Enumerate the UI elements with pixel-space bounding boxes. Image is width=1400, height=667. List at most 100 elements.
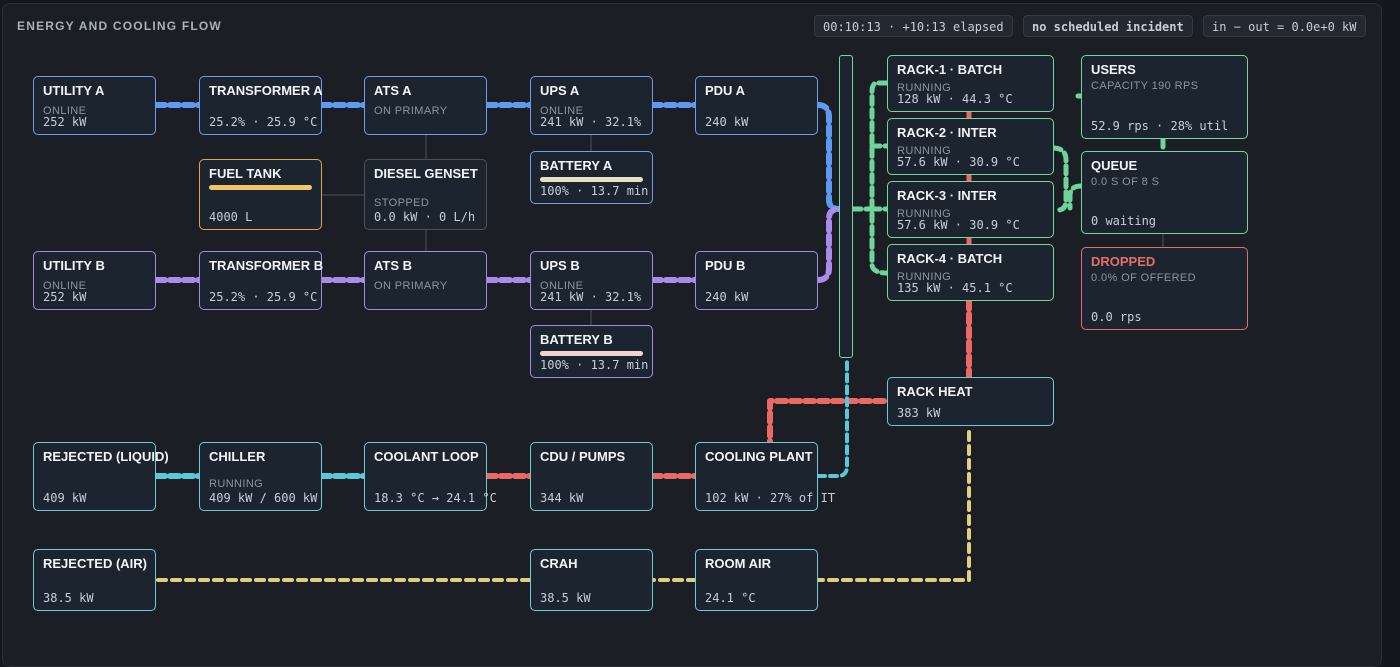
flow-plant-bus [816,358,849,478]
rack-3-node[interactable]: RACK-3 · INTER RUNNING 57.6 kW · 30.9 °C [887,181,1054,238]
cooling-plant-name: COOLING PLANT [705,449,813,464]
cdu-pumps-value: 344 kW [540,491,584,505]
transformer-b-name: TRANSFORMER B [209,258,324,273]
ats-b-name: ATS B [374,258,413,273]
battery-a-node[interactable]: BATTERY A 100% · 13.7 min [530,151,653,204]
transformer-a-node[interactable]: TRANSFORMER A 25.2% · 25.9 °C [199,76,323,135]
rejected-liquid-name: REJECTED (LIQUID) [43,449,169,464]
cdu-pumps-node[interactable]: CDU / PUMPS 344 kW [530,442,653,511]
rejected-air-value: 38.5 kW [43,591,94,605]
coolant-loop-name: COOLANT LOOP [374,449,479,464]
rack-1-value: 128 kW · 44.3 °C [897,92,1013,106]
rejected-air-node[interactable]: REJECTED (AIR) 38.5 kW [33,549,156,611]
users-capacity: CAPACITY 190 RPS [1091,80,1199,92]
ups-b-value: 241 kW · 32.1% [540,290,642,304]
pdu-b-node[interactable]: PDU B 240 kW [695,251,818,310]
transformer-b-node[interactable]: TRANSFORMER B 25.2% · 25.9 °C [199,251,324,310]
flow-pdu-a [815,102,843,212]
it-power-bus [839,55,853,358]
utility-b-node[interactable]: UTILITY B ONLINE 252 kW [33,251,156,310]
dropped-node[interactable]: DROPPED 0.0% OF OFFERED 0.0 rps [1081,247,1248,330]
cooling-plant-value: 102 kW · 27% of IT [705,491,836,505]
ats-a-node[interactable]: ATS A ON PRIMARY [364,76,487,135]
pdu-b-value: 240 kW [705,290,749,304]
ats-a-name: ATS A [374,83,412,98]
battery-a-name: BATTERY A [540,158,613,173]
fuel-level-bar [209,185,312,190]
users-node[interactable]: USERS CAPACITY 190 RPS 52.9 rps · 28% ut… [1081,55,1248,139]
utility-a-node[interactable]: UTILITY A ONLINE 252 kW [33,76,156,135]
transformer-b-value: 25.2% · 25.9 °C [209,290,318,304]
queue-node[interactable]: QUEUE 0.0 S OF 8 S 0 waiting [1081,151,1248,234]
battery-a-value: 100% · 13.7 min [540,184,649,198]
diesel-genset-node[interactable]: DIESEL GENSET STOPPED 0.0 kW · 0 L/h [364,159,487,230]
rack-heat-name: RACK HEAT [897,384,973,399]
crah-name: CRAH [540,556,578,571]
ups-b-node[interactable]: UPS B ONLINE 241 kW · 32.1% [530,251,653,310]
flow-heat-to-plant [767,398,887,446]
transformer-a-value: 25.2% · 25.9 °C [209,115,318,129]
rejected-liquid-node[interactable]: REJECTED (LIQUID) 409 kW [33,442,169,511]
fuel-tank-value: 4000 L [209,210,253,224]
flow-pdu-b [815,206,843,283]
rack-4-name: RACK-4 · BATCH [897,251,1003,266]
pdu-b-name: PDU B [705,258,746,273]
utility-a-name: UTILITY A [43,83,105,98]
diesel-genset-value: 0.0 kW · 0 L/h [374,210,476,224]
flow-room-air [816,430,971,582]
pdu-a-name: PDU A [705,83,745,98]
battery-b-name: BATTERY B [540,332,613,347]
battery-b-node[interactable]: BATTERY B 100% · 13.7 min [530,325,653,378]
room-air-value: 24.1 °C [705,591,756,605]
coolant-loop-value: 18.3 °C → 24.1 °C [374,491,497,505]
room-air-node[interactable]: ROOM AIR 24.1 °C [695,549,818,611]
dropped-name: DROPPED [1091,254,1156,269]
pdu-a-value: 240 kW [705,115,749,129]
ups-b-name: UPS B [540,258,580,273]
queue-status: 0.0 S OF 8 S [1091,176,1160,188]
crah-node[interactable]: CRAH 38.5 kW [530,549,653,611]
flow-queue-racks [1050,145,1069,213]
room-air-name: ROOM AIR [705,556,771,571]
flow-rack-feed [869,80,890,276]
diesel-genset-name: DIESEL GENSET [374,166,478,181]
ats-b-status: ON PRIMARY [374,280,448,292]
chiller-node[interactable]: CHILLER RUNNING 409 kW / 600 kW [199,442,322,511]
users-name: USERS [1091,62,1136,77]
pdu-a-node[interactable]: PDU A 240 kW [695,76,818,135]
battery-a-level-bar [540,177,643,182]
rack-1-name: RACK-1 · BATCH [897,62,1003,77]
rack-1-node[interactable]: RACK-1 · BATCH RUNNING 128 kW · 44.3 °C [887,55,1054,112]
rack-heat-node[interactable]: RACK HEAT 383 kW [887,377,1054,426]
cooling-plant-node[interactable]: COOLING PLANT 102 kW · 27% of IT [695,442,835,511]
rack-heat-value: 383 kW [897,406,941,420]
rack-2-value: 57.6 kW · 30.9 °C [897,155,1020,169]
ups-a-name: UPS A [540,83,580,98]
users-value: 52.9 rps · 28% util [1091,119,1229,133]
rack-2-node[interactable]: RACK-2 · INTER RUNNING 57.6 kW · 30.9 °C [887,118,1054,175]
chiller-name: CHILLER [209,449,266,464]
transformer-a-name: TRANSFORMER A [209,83,323,98]
utility-b-name: UTILITY B [43,258,105,273]
ups-a-value: 241 kW · 32.1% [540,115,642,129]
ats-a-status: ON PRIMARY [374,105,448,117]
queue-name: QUEUE [1091,158,1138,173]
ups-a-node[interactable]: UPS A ONLINE 241 kW · 32.1% [530,76,653,135]
battery-b-value: 100% · 13.7 min [540,358,649,372]
coolant-loop-node[interactable]: COOLANT LOOP 18.3 °C → 24.1 °C [364,442,497,511]
utility-b-value: 252 kW [43,290,87,304]
cdu-pumps-name: CDU / PUMPS [540,449,626,464]
rejected-air-name: REJECTED (AIR) [43,556,148,571]
battery-b-level-bar [540,351,643,356]
rack-2-name: RACK-2 · INTER [897,125,997,140]
ats-b-node[interactable]: ATS B ON PRIMARY [364,251,487,310]
rack-3-value: 57.6 kW · 30.9 °C [897,218,1020,232]
queue-value: 0 waiting [1091,214,1157,228]
dropped-value: 0.0 rps [1091,310,1142,324]
chiller-status: RUNNING [209,478,264,490]
rack-4-value: 135 kW · 45.1 °C [897,281,1013,295]
chiller-value: 409 kW / 600 kW [209,491,318,505]
fuel-tank-node[interactable]: FUEL TANK 4000 L [199,159,322,230]
rack-3-name: RACK-3 · INTER [897,188,997,203]
rack-4-node[interactable]: RACK-4 · BATCH RUNNING 135 kW · 45.1 °C [887,244,1054,301]
